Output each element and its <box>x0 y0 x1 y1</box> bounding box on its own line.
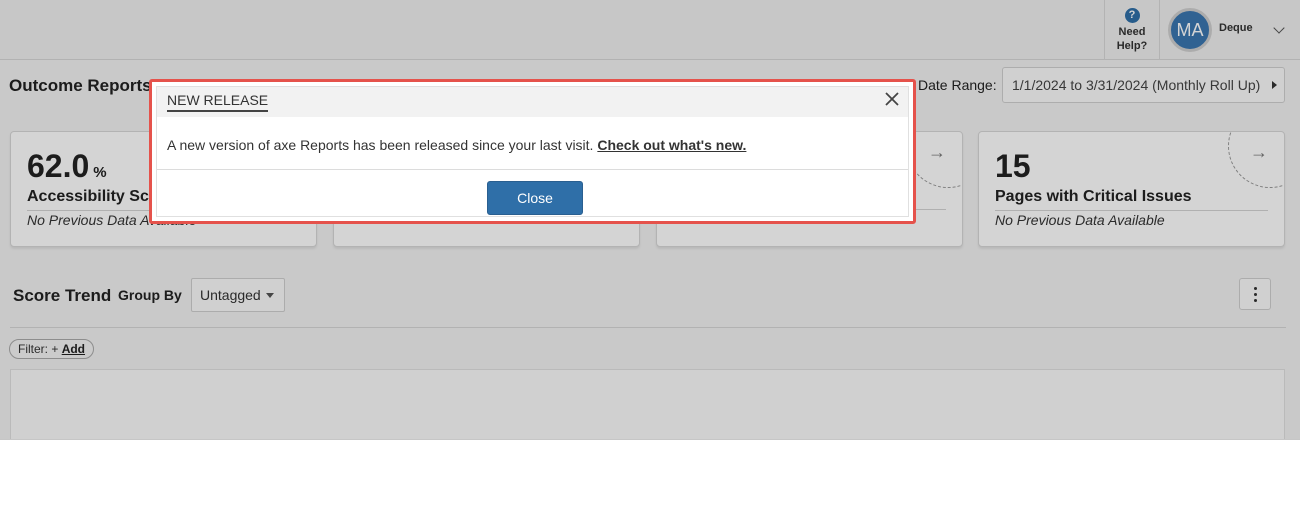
modal-body-text: A new version of axe Reports has been re… <box>167 137 598 153</box>
modal-highlight: NEW RELEASE A new version of axe Reports… <box>149 79 916 224</box>
whats-new-link[interactable]: Check out what's new. <box>597 137 746 153</box>
modal-title: NEW RELEASE <box>167 92 269 112</box>
close-button[interactable]: Close <box>487 181 583 215</box>
modal-header: NEW RELEASE <box>157 87 908 117</box>
modal-divider <box>157 169 908 170</box>
modal-body: A new version of axe Reports has been re… <box>167 137 746 153</box>
new-release-modal: NEW RELEASE A new version of axe Reports… <box>156 86 909 217</box>
close-icon[interactable] <box>882 89 902 109</box>
app-background: ? Need Help? MA Deque Outcome Reports Da… <box>0 0 1300 440</box>
